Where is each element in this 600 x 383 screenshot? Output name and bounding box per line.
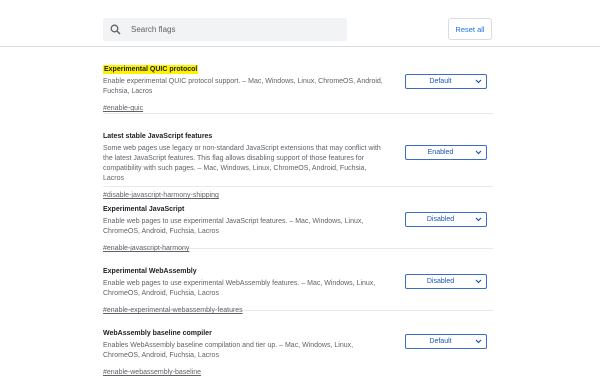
flag-item-disable-javascript-harmony-shipping: Latest stable JavaScript features Some w… <box>103 125 493 199</box>
flag-state-select[interactable]: Disabled <box>405 212 487 227</box>
chevron-down-icon <box>475 79 483 84</box>
flag-item-enable-experimental-webassembly-features: Experimental WebAssembly Enable web page… <box>103 260 493 314</box>
flag-description: Enables WebAssembly baseline compilation… <box>103 342 354 359</box>
chevron-down-icon <box>475 217 483 222</box>
flag-description: Enable experimental QUIC protocol suppor… <box>103 78 383 95</box>
chevron-down-icon <box>475 150 483 155</box>
flag-description: Some web pages use legacy or non-standar… <box>103 145 381 182</box>
chevron-down-icon <box>475 339 483 344</box>
flag-state-value: Enabled <box>427 149 454 156</box>
flag-title: Experimental QUIC protocol <box>103 65 199 74</box>
flag-title: Experimental WebAssembly <box>103 268 197 275</box>
flag-title: WebAssembly baseline compiler <box>103 330 212 337</box>
flag-state-value: Default <box>429 338 452 345</box>
flag-state-select[interactable]: Enabled <box>405 145 487 160</box>
flag-item-enable-webassembly-baseline: WebAssembly baseline compiler Enables We… <box>103 322 493 376</box>
flag-link[interactable]: #enable-webassembly-baseline <box>103 368 201 378</box>
flag-state-select[interactable]: Default <box>405 334 487 349</box>
chevron-down-icon <box>475 279 483 284</box>
flag-item-enable-javascript-harmony: Experimental JavaScript Enable web pages… <box>103 198 493 252</box>
flag-description: Enable web pages to use experimental Web… <box>103 280 376 297</box>
reset-all-button[interactable]: Reset all <box>448 18 492 40</box>
flags-list: Experimental QUIC protocol Enable experi… <box>103 58 493 383</box>
flag-state-value: Default <box>429 78 452 85</box>
flag-state-value: Disabled <box>426 216 455 223</box>
flags-header: Reset all <box>0 0 600 47</box>
flag-link[interactable]: #enable-experimental-webassembly-feature… <box>103 306 243 316</box>
search-icon <box>110 22 126 38</box>
search-input[interactable] <box>131 25 331 34</box>
flag-state-select[interactable]: Disabled <box>405 274 487 289</box>
flag-state-select[interactable]: Default <box>405 74 487 89</box>
flag-title: Latest stable JavaScript features <box>103 133 213 140</box>
search-box[interactable] <box>103 18 347 41</box>
flag-description: Enable web pages to use experimental Jav… <box>103 218 364 235</box>
flag-title: Experimental JavaScript <box>103 206 185 213</box>
flag-link[interactable]: #enable-javascript-harmony <box>103 244 189 254</box>
flag-item-enable-quic: Experimental QUIC protocol Enable experi… <box>103 58 493 114</box>
flag-state-value: Disabled <box>426 278 455 285</box>
flag-link[interactable]: #enable-quic <box>103 104 143 114</box>
